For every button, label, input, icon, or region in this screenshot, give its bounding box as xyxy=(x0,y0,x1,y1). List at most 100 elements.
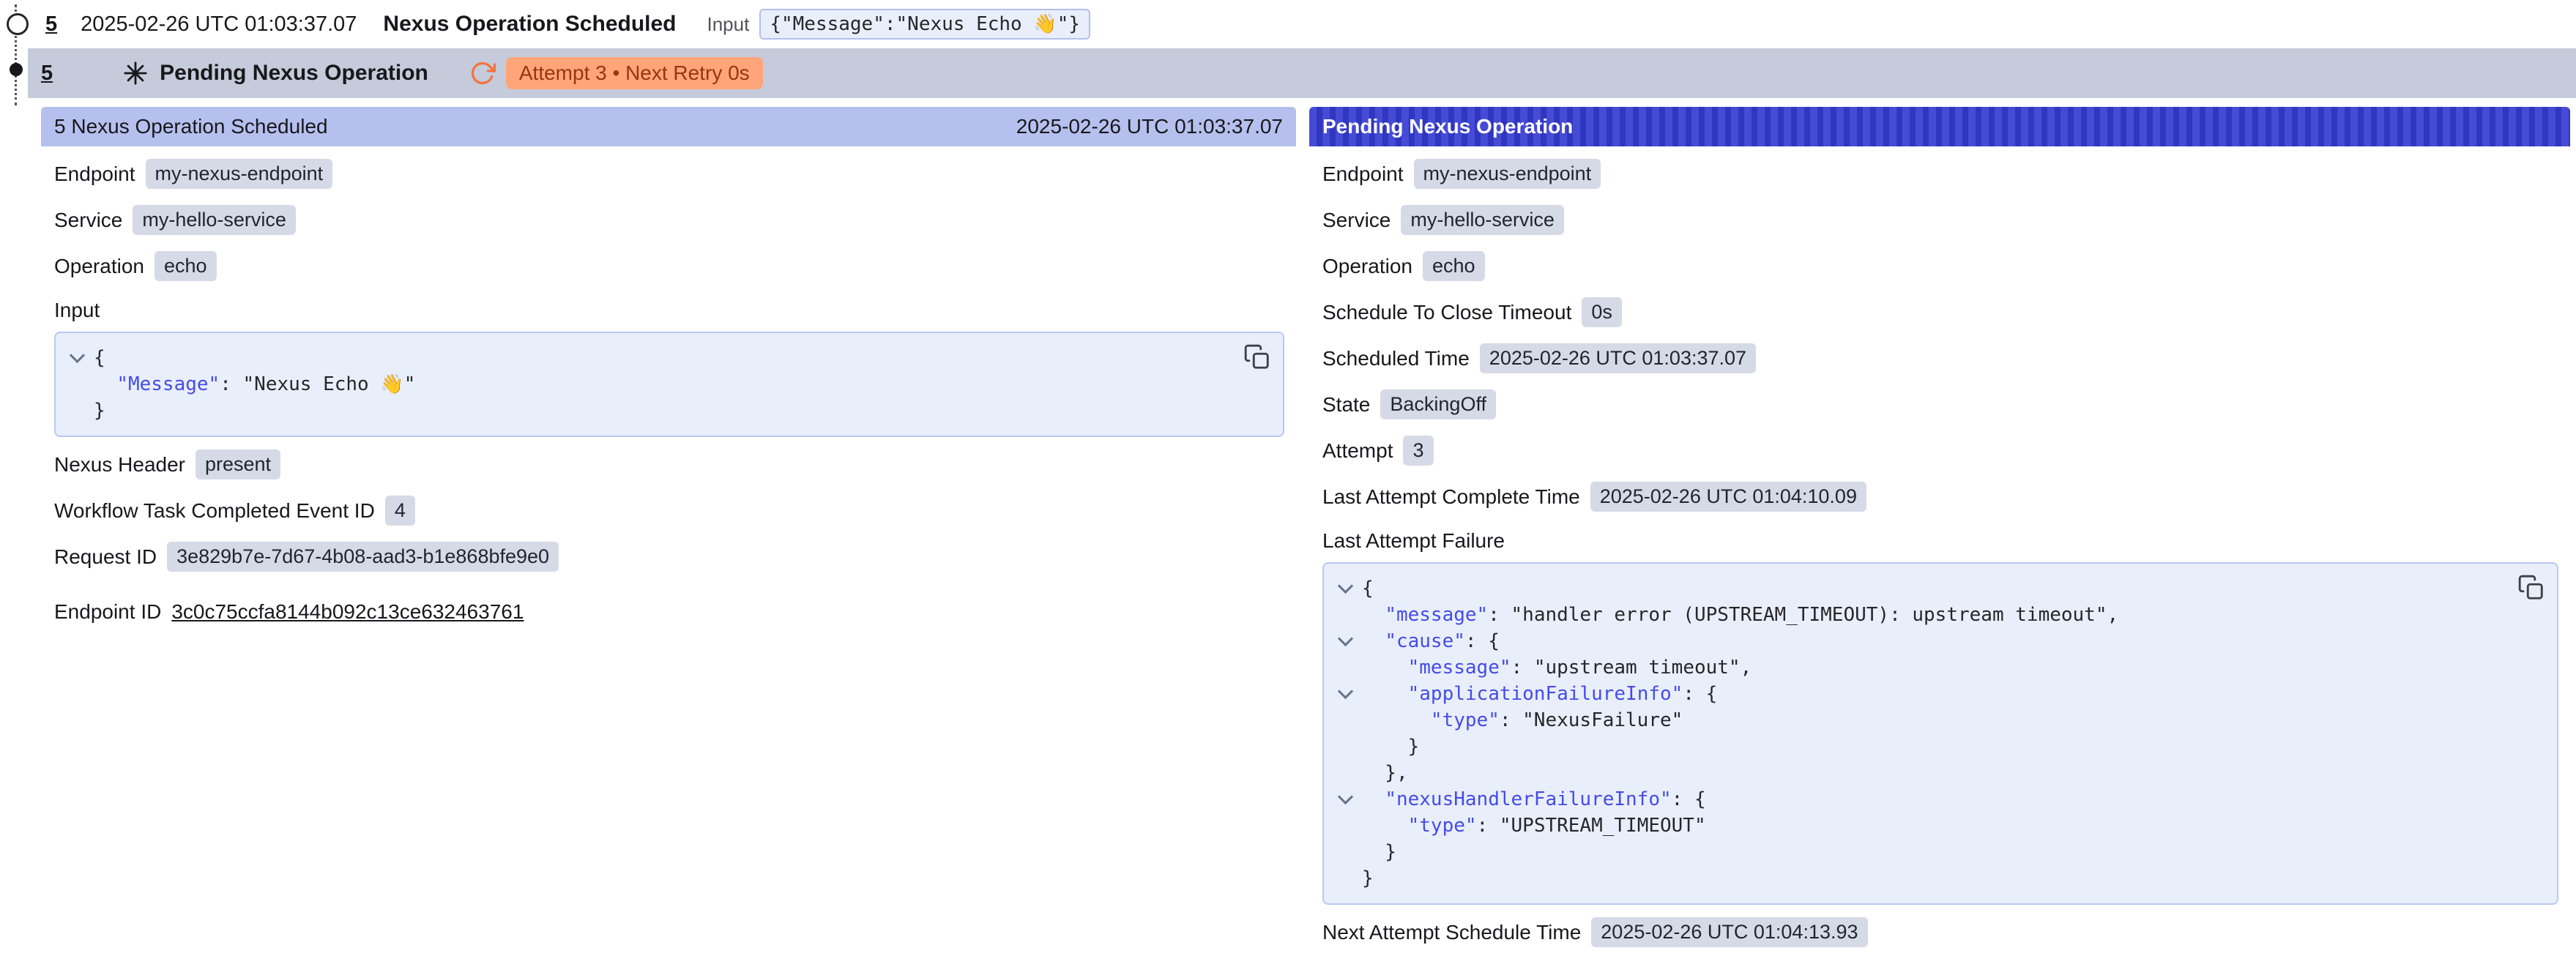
fold-gutter xyxy=(1328,760,1362,786)
code-line-text: } xyxy=(1362,733,1419,760)
field-row-attempt: Attempt 3 xyxy=(1322,427,2558,474)
field-label: Schedule To Close Timeout xyxy=(1322,301,1571,324)
fold-gutter xyxy=(1328,654,1362,681)
field-value-chip: 3e829b7e-7d67-4b08-aad3-b1e868bfe9e0 xyxy=(167,542,559,572)
code-line-text: }, xyxy=(1362,760,1408,786)
field-label: State xyxy=(1322,393,1370,417)
field-row-request-id: Request ID 3e829b7e-7d67-4b08-aad3-b1e86… xyxy=(54,534,1284,580)
field-value-chip: present xyxy=(196,449,280,479)
field-row-schedule-to-close-timeout: Schedule To Close Timeout 0s xyxy=(1322,289,2558,335)
pending-panel-header: Pending Nexus Operation xyxy=(1309,107,2570,146)
pending-event-id-link[interactable]: 5 xyxy=(41,61,53,86)
event-title: Nexus Operation Scheduled xyxy=(383,12,676,37)
code-line-text: "type": "NexusFailure" xyxy=(1362,707,1683,733)
fold-gutter xyxy=(60,371,94,397)
pending-asterisk-icon xyxy=(123,61,148,86)
field-row-endpoint: Endpoint my-nexus-endpoint xyxy=(1322,151,2558,197)
code-line-text: "message": "handler error (UPSTREAM_TIME… xyxy=(1362,602,2118,628)
event-marker-dot-icon xyxy=(10,63,23,76)
code-line-text: "message": "upstream timeout", xyxy=(1362,654,1752,681)
event-id-link[interactable]: 5 xyxy=(45,12,57,37)
code-line-text: } xyxy=(94,397,105,424)
fold-toggle[interactable] xyxy=(60,345,94,371)
fold-gutter xyxy=(1328,733,1362,760)
copy-button[interactable] xyxy=(1243,343,1271,371)
field-label: Operation xyxy=(54,255,144,278)
field-value-chip: 4 xyxy=(385,496,415,526)
fold-gutter xyxy=(1328,813,1362,839)
fold-toggle[interactable] xyxy=(1328,575,1362,602)
pending-event-title: Pending Nexus Operation xyxy=(160,61,428,86)
fold-toggle[interactable] xyxy=(1328,786,1362,813)
chevron-down-icon xyxy=(69,347,84,362)
code-line-text: "Message": "Nexus Echo 👋" xyxy=(94,371,415,397)
field-label: Endpoint xyxy=(1322,163,1404,186)
field-row-operation: Operation echo xyxy=(1322,243,2558,289)
field-value-chip: echo xyxy=(155,251,217,281)
fold-toggle[interactable] xyxy=(1328,681,1362,707)
field-label: Nexus Header xyxy=(54,453,185,477)
field-label: Scheduled Time xyxy=(1322,347,1470,370)
event-marker-circle-icon xyxy=(7,13,29,35)
event-row-scheduled[interactable]: 5 2025-02-26 UTC 01:03:37.07 Nexus Opera… xyxy=(41,0,2576,48)
field-value-chip: 2025-02-26 UTC 01:03:37.07 xyxy=(1480,343,1756,373)
event-history-page: 5 2025-02-26 UTC 01:03:37.07 Nexus Opera… xyxy=(0,0,2576,956)
input-preview-chip[interactable]: {"Message":"Nexus Echo 👋"} xyxy=(759,9,1090,40)
chevron-down-icon xyxy=(1337,788,1352,804)
field-label: Operation xyxy=(1322,255,1412,278)
copy-button[interactable] xyxy=(2517,574,2545,602)
code-line-text: { xyxy=(94,345,105,371)
copy-icon xyxy=(2517,574,2545,602)
event-detail-panels: 5 Nexus Operation Scheduled 2025-02-26 U… xyxy=(41,107,2570,955)
field-label: Last Attempt Complete Time xyxy=(1322,485,1580,509)
fold-gutter xyxy=(1328,602,1362,628)
event-timestamp: 2025-02-26 UTC 01:03:37.07 xyxy=(81,12,357,37)
field-value-chip: 3 xyxy=(1403,436,1433,466)
field-label: Workflow Task Completed Event ID xyxy=(54,499,375,523)
fold-gutter xyxy=(1328,865,1362,892)
input-label: Input xyxy=(707,13,750,36)
field-label: Request ID xyxy=(54,545,157,569)
field-row-endpoint: Endpoint my-nexus-endpoint xyxy=(54,151,1284,197)
retry-icon xyxy=(469,60,496,86)
fold-gutter xyxy=(1328,839,1362,865)
field-row-operation: Operation echo xyxy=(54,243,1284,289)
field-label: Next Attempt Schedule Time xyxy=(1322,921,1581,944)
field-row-nexus-header: Nexus Header present xyxy=(54,441,1284,488)
retry-attempt-badge: Attempt 3 • Next Retry 0s xyxy=(506,57,763,89)
code-line-text: "applicationFailureInfo": { xyxy=(1362,681,1717,707)
code-line-text: "type": "UPSTREAM_TIMEOUT" xyxy=(1362,813,1706,839)
code-line-text: } xyxy=(1362,839,1396,865)
field-row-service: Service my-hello-service xyxy=(1322,197,2558,243)
field-value-chip: my-nexus-endpoint xyxy=(1414,159,1601,189)
event-row-pending[interactable]: 5 Pending Nexus Operation Attempt 3 • Ne… xyxy=(28,48,2576,98)
chevron-down-icon xyxy=(1337,578,1352,593)
chevron-down-icon xyxy=(1337,630,1352,646)
scheduled-event-panel: 5 Nexus Operation Scheduled 2025-02-26 U… xyxy=(41,107,1296,635)
field-row-wft-completed-event-id: Workflow Task Completed Event ID 4 xyxy=(54,488,1284,534)
field-row-service: Service my-hello-service xyxy=(54,197,1284,243)
input-section-label: Input xyxy=(54,289,1284,332)
event-timeline xyxy=(0,0,41,117)
chevron-down-icon xyxy=(1337,683,1352,698)
fold-toggle[interactable] xyxy=(1328,628,1362,654)
field-label: Endpoint xyxy=(54,163,135,186)
field-value-chip: my-hello-service xyxy=(133,205,296,235)
code-line-text: "cause": { xyxy=(1362,628,1500,654)
field-row-endpoint-id: Endpoint ID 3c0c75ccfa8144b092c13ce63246… xyxy=(54,589,1284,635)
code-line-text: { xyxy=(1362,575,1374,602)
field-row-last-attempt-complete-time: Last Attempt Complete Time 2025-02-26 UT… xyxy=(1322,474,2558,520)
input-code-block: { "Message": "Nexus Echo 👋"} xyxy=(54,332,1284,437)
code-line-text: "nexusHandlerFailureInfo": { xyxy=(1362,786,1706,813)
field-value-chip: echo xyxy=(1423,251,1485,281)
code-line-text: } xyxy=(1362,865,1374,892)
pending-operation-panel: Pending Nexus Operation Endpoint my-nexu… xyxy=(1309,107,2570,955)
fold-gutter xyxy=(1328,707,1362,733)
endpoint-id-link[interactable]: 3c0c75ccfa8144b092c13ce632463761 xyxy=(171,600,524,624)
scheduled-panel-title: 5 Nexus Operation Scheduled xyxy=(54,115,328,138)
field-value-chip: 0s xyxy=(1582,297,1622,327)
state-badge: BackingOff xyxy=(1380,389,1496,419)
field-row-state: State BackingOff xyxy=(1322,381,2558,427)
field-label: Endpoint ID xyxy=(54,600,161,624)
copy-icon xyxy=(1243,343,1271,371)
